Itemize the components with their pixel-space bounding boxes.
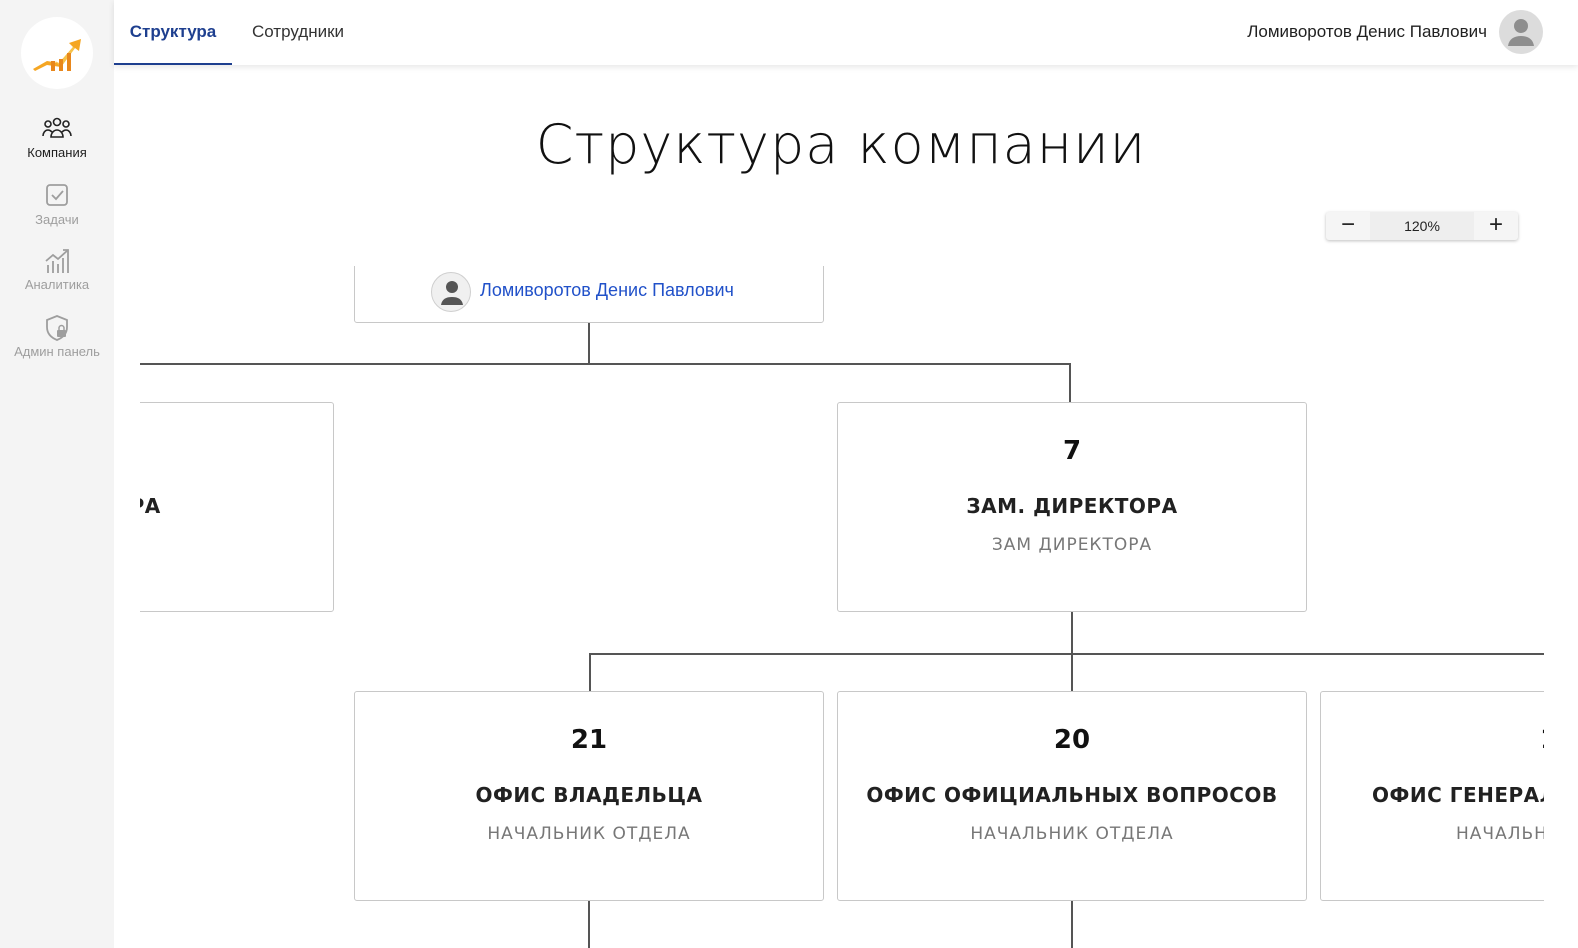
top-bar: Структура Сотрудники Ломиворотов Денис П… [114,0,1578,65]
card-department: ОФИС ГЕНЕРАЛЬ [1372,783,1544,807]
main-content: Структура компании − 120% + Ломиворотов … [114,65,1578,948]
org-card-head[interactable]: Ломиворотов Денис Павлович [354,266,824,323]
sidebar-item-label: Аналитика [24,277,90,292]
card-number: 20 [1053,725,1091,755]
sidebar-item-label: Компания [27,145,87,160]
card-role: НАЧАЛЬН [1456,824,1544,844]
page-title: Структура компании [535,113,1147,176]
sidebar-item-analytics[interactable]: Аналитика [0,247,114,292]
logo-arrow-icon [33,39,81,71]
user-avatar[interactable] [1499,10,1543,54]
org-card[interactable]: 21 ОФИС ВЛАДЕЛЬЦА НАЧАЛЬНИК ОТДЕЛА [354,691,824,901]
current-user-name[interactable]: Ломиворотов Денис Павлович [1247,0,1487,63]
sidebar-item-label: Админ панель [14,344,100,359]
sidebar-item-company[interactable]: Компания [0,115,114,160]
card-department: ОФИС ВЛАДЕЛЬЦА [475,783,703,807]
tab-employees[interactable]: Сотрудники [232,0,364,65]
connector-line [1071,612,1073,653]
sidebar-item-label: Задачи [35,212,79,227]
tab-structure[interactable]: Структура [114,0,232,65]
card-role: ЗАМ ДИРЕКТОРА [991,535,1153,555]
checkbox-icon [46,184,68,206]
sidebar-item-admin[interactable]: Админ панель [0,314,114,359]
connector-line [588,323,590,364]
org-card[interactable]: 7 ЗАМ. ДИРЕКТОРА ЗАМ ДИРЕКТОРА [837,402,1307,612]
zoom-in-button[interactable]: + [1474,212,1518,240]
company-logo[interactable] [21,17,93,89]
org-card[interactable]: 20 ОФИС ОФИЦИАЛЬНЫХ ВОПРОСОВ НАЧАЛЬНИК О… [837,691,1307,901]
head-avatar [431,272,471,312]
connector-line [1069,363,1071,402]
zoom-out-button[interactable]: − [1326,212,1370,240]
people-group-icon [42,117,72,138]
head-name-link[interactable]: Ломиворотов Денис Павлович [480,280,734,301]
org-card[interactable]: ТОРА ОРА [140,402,334,612]
zoom-level: 120% [1370,212,1474,240]
card-number: 1 [1540,725,1544,755]
card-number: 21 [570,725,608,755]
card-department: ТОРА [140,494,161,518]
sidebar-item-tasks[interactable]: Задачи [0,182,114,227]
shield-lock-icon [46,315,68,341]
org-card[interactable]: 1 ОФИС ГЕНЕРАЛЬ НАЧАЛЬН [1320,691,1544,901]
connector-line [1071,653,1073,691]
org-chart-canvas[interactable]: Ломиворотов Денис Павлович ТОРА ОРА 7 ЗА… [140,266,1544,948]
card-role: НАЧАЛЬНИК ОТДЕЛА [970,824,1174,844]
sidebar: Компания Задачи Аналитика Админ панель [0,0,114,948]
card-role: НАЧАЛЬНИК ОТДЕЛА [487,824,691,844]
zoom-control: − 120% + [1326,212,1518,240]
card-department: ОФИС ОФИЦИАЛЬНЫХ ВОПРОСОВ [866,783,1278,807]
card-number: 7 [1062,436,1082,466]
card-department: ЗАМ. ДИРЕКТОРА [966,494,1178,518]
connector-line [589,653,591,691]
avatar-person-icon [441,281,463,305]
avatar-person-icon [1508,19,1534,46]
connector-line [1071,901,1073,948]
connector-line [589,653,1544,655]
analytics-chart-icon [45,249,69,273]
connector-line [588,901,590,948]
connector-line [140,363,1071,365]
